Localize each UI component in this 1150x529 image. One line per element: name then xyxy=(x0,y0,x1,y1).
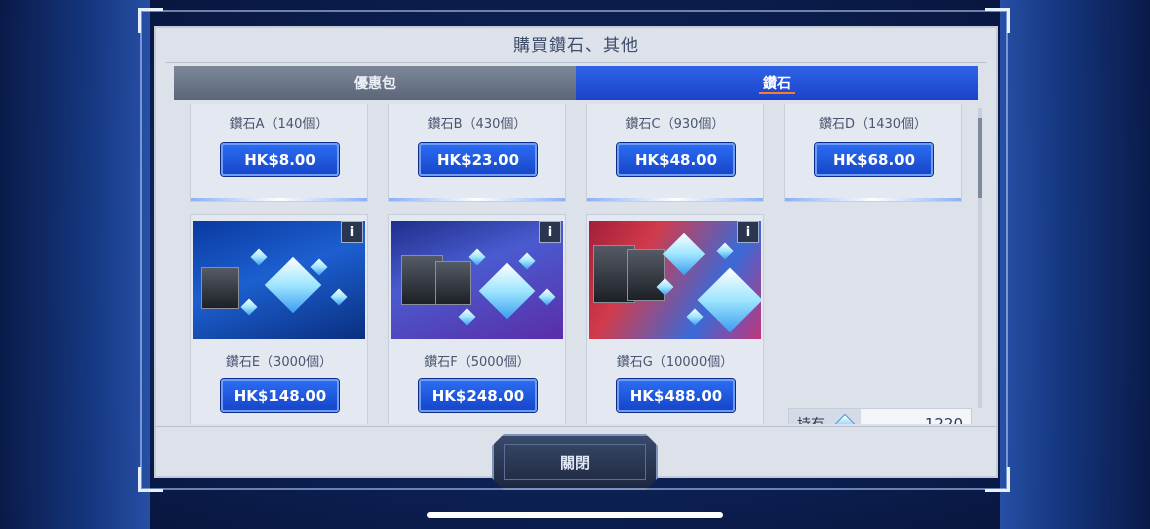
buy-button[interactable]: HK$148.00 xyxy=(221,379,339,412)
close-button[interactable]: 關閉 xyxy=(492,434,658,490)
owned-label-text: 持有 xyxy=(797,414,825,424)
product-image-diamonds xyxy=(589,221,761,339)
divider xyxy=(156,426,996,427)
diamond-icon xyxy=(518,252,536,270)
product-name: 鑽石B（430個） xyxy=(427,117,527,132)
product-name: 鑽石G（10000個） xyxy=(616,355,734,370)
buy-button[interactable]: HK$23.00 xyxy=(419,143,537,176)
diamond-icon xyxy=(538,288,556,306)
product-card: 鑽石C（930個） HK$48.00 xyxy=(586,104,764,202)
close-button-label: 關閉 xyxy=(559,453,590,472)
card-edge xyxy=(389,198,565,201)
product-name: 鑽石F（5000個） xyxy=(424,355,530,370)
info-button[interactable]: i xyxy=(539,221,561,243)
dialog-title: 購買鑽石、其他 xyxy=(513,36,639,56)
owned-count: 1220 xyxy=(924,415,963,424)
product-card: 鑽石A（140個） HK$8.00 xyxy=(190,104,368,202)
diamond-case-image xyxy=(435,261,471,305)
background-left xyxy=(0,0,150,529)
card-edge xyxy=(587,198,763,201)
product-grid: 鑽石A（140個） HK$8.00 鑽石B（430個） HK$23.00 鑽石C… xyxy=(190,104,980,424)
product-card: i 鑽石G（10000個） HK$488.00 xyxy=(586,214,764,424)
diamond-icon xyxy=(310,258,328,276)
tab-diamonds[interactable]: 鑽石 xyxy=(576,66,978,100)
scrollbar-thumb[interactable] xyxy=(978,118,982,198)
tab-bar: 優惠包 鑽石 xyxy=(174,66,978,100)
buy-button[interactable]: HK$48.00 xyxy=(617,143,735,176)
buy-button[interactable]: HK$488.00 xyxy=(617,379,735,412)
product-image-diamonds xyxy=(391,221,563,339)
product-card: i 鑽石E（3000個） HK$148.00 xyxy=(190,214,368,424)
info-button[interactable]: i xyxy=(341,221,363,243)
product-name: 鑽石C（930個） xyxy=(625,117,725,132)
scrollbar[interactable] xyxy=(978,108,982,408)
diamond-case-image xyxy=(627,249,665,301)
tab-promo-packs[interactable]: 優惠包 xyxy=(174,66,576,100)
buy-button[interactable]: HK$8.00 xyxy=(221,143,339,176)
product-card: 鑽石D（1430個） HK$68.00 xyxy=(784,104,962,202)
product-image-diamonds xyxy=(193,221,365,339)
info-button[interactable]: i xyxy=(737,221,759,243)
product-name: 鑽石A（140個） xyxy=(229,117,329,132)
product-name: 鑽石E（3000個） xyxy=(225,355,333,370)
background-right xyxy=(1000,0,1150,529)
product-card: i 鑽石F（5000個） HK$248.00 xyxy=(388,214,566,424)
active-tab-indicator xyxy=(759,92,795,94)
diamond-icon xyxy=(250,248,268,266)
diamond-icon xyxy=(686,308,704,326)
product-card: 鑽石B（430個） HK$23.00 xyxy=(388,104,566,202)
tab-label: 鑽石 xyxy=(763,76,791,92)
owned-diamonds: 持有 1220 xyxy=(788,408,972,424)
diamond-icon xyxy=(662,232,706,276)
purchase-dialog: 購買鑽石、其他 優惠包 鑽石 鑽石A（140個） HK$8.00 鑽石B（430… xyxy=(154,26,998,478)
home-indicator[interactable] xyxy=(427,512,723,518)
diamond-case-image xyxy=(201,267,239,309)
tab-label: 優惠包 xyxy=(354,76,396,92)
diamond-icon xyxy=(697,267,761,333)
diamond-icon xyxy=(330,288,348,306)
product-name: 鑽石D（1430個） xyxy=(818,117,928,132)
card-edge xyxy=(785,198,961,201)
diamond-icon xyxy=(468,248,486,266)
diamond-icon xyxy=(240,298,258,316)
divider xyxy=(166,62,986,63)
buy-button[interactable]: HK$68.00 xyxy=(815,143,933,176)
diamond-icon xyxy=(716,242,734,260)
diamond-icon xyxy=(458,308,476,326)
diamond-icon xyxy=(478,262,536,320)
card-edge xyxy=(191,198,367,201)
buy-button[interactable]: HK$248.00 xyxy=(419,379,537,412)
